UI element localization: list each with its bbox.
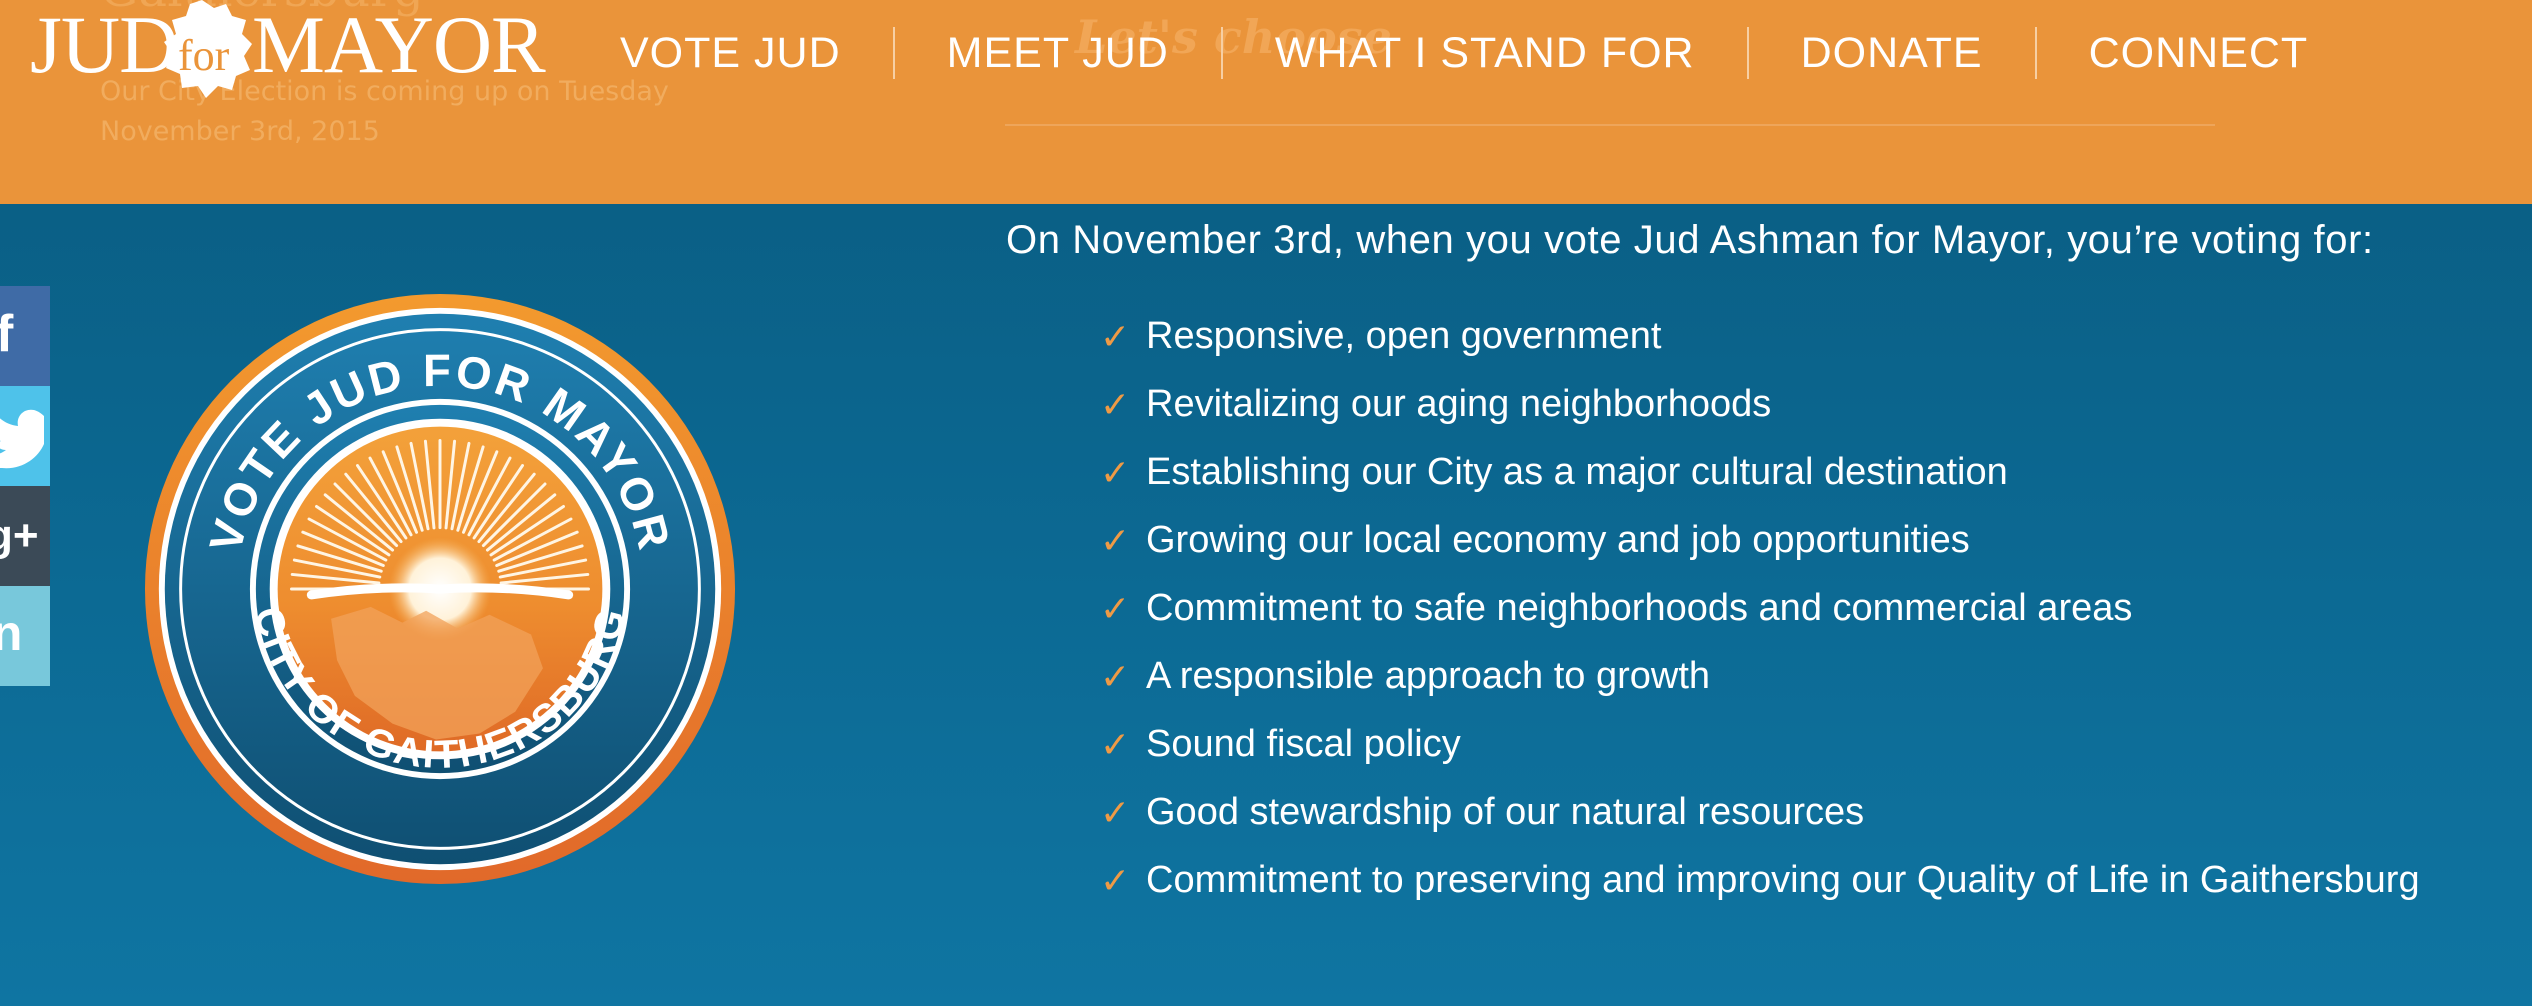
platform-list: ✓ Responsive, open government ✓ Revitalizin… (1100, 312, 2500, 924)
checkmark-icon: ✓ (1100, 385, 1131, 426)
checkmark-icon: ✓ (1100, 793, 1131, 834)
platform-list-item: ✓ Responsive, open government (1100, 312, 2500, 360)
platform-item-text: Commitment to safe neighborhoods and com… (1146, 587, 2133, 629)
platform-item-text: Commitment to preserving and improving o… (1146, 859, 2420, 901)
logo-for: for (178, 31, 230, 80)
platform-item-text: Establishing our City as a major cultura… (1146, 451, 2008, 493)
logo-mayor: MAYOR (252, 0, 546, 90)
platform-list-item: ✓ Sound fiscal policy (1100, 720, 2500, 768)
site-logo[interactable]: JUD for MAYOR (30, 0, 550, 108)
platform-headline: On November 3rd, when you vote Jud Ashma… (1006, 218, 2374, 262)
facebook-icon: f (0, 305, 14, 363)
twitter-share-button[interactable] (0, 386, 50, 486)
platform-item-text: Responsive, open government (1146, 315, 1662, 357)
nav-separator (1220, 27, 1223, 79)
background-divider (1005, 124, 2215, 126)
platform-list-item: ✓ Growing our local economy and job oppor… (1100, 516, 2500, 564)
facebook-share-button[interactable]: f (0, 286, 50, 386)
linkedin-share-button[interactable]: in (0, 586, 50, 686)
checkmark-icon: ✓ (1100, 317, 1131, 358)
nav-vote-jud[interactable]: VOTE JUD (620, 29, 841, 78)
nav-connect[interactable]: CONNECT (2089, 29, 2309, 78)
platform-item-text: Sound fiscal policy (1146, 723, 1461, 765)
twitter-icon (0, 409, 44, 469)
vote-jud-seal: VOTE JUD FOR MAYOR CITY OF GAITHERSBURG (144, 293, 736, 885)
checkmark-icon: ✓ (1100, 861, 1131, 902)
checkmark-icon: ✓ (1100, 657, 1131, 698)
platform-item-text: Revitalizing our aging neighborhoods (1146, 383, 1772, 425)
nav-separator (2034, 27, 2037, 79)
nav-separator (892, 27, 895, 79)
checkmark-icon: ✓ (1100, 725, 1131, 766)
platform-list-item: ✓ Good stewardship of our natural resourc… (1100, 788, 2500, 836)
platform-item-text: Growing our local economy and job opport… (1146, 519, 1970, 561)
platform-list-item: ✓ A responsible approach to growth (1100, 652, 2500, 700)
linkedin-icon: in (0, 605, 23, 661)
nav-what-i-stand-for[interactable]: WHAT I STAND FOR (1275, 29, 1695, 78)
social-share-bar: f g+ in (0, 286, 50, 686)
background-election-date: November 3rd, 2015 (100, 116, 380, 147)
google-plus-icon: g+ (0, 511, 39, 560)
platform-list-item: ✓ Commitment to safe neighborhoods and co… (1100, 584, 2500, 632)
logo-jud: JUD (30, 0, 178, 90)
nav-separator (1746, 27, 1749, 79)
nav-meet-jud[interactable]: MEET JUD (947, 29, 1169, 78)
platform-list-item: ✓ Commitment to preserving and improving … (1100, 856, 2500, 904)
google-plus-share-button[interactable]: g+ (0, 486, 50, 586)
checkmark-icon: ✓ (1100, 453, 1131, 494)
main-nav: VOTE JUD MEET JUD WHAT I STAND FOR DONAT… (620, 18, 2308, 88)
checkmark-icon: ✓ (1100, 521, 1131, 562)
site-header: Gaithersburg Let's choose Our City Elect… (0, 0, 2532, 204)
platform-list-item: ✓ Revitalizing our aging neighborhoods (1100, 380, 2500, 428)
platform-list-item: ✓ Establishing our City as a major cultur… (1100, 448, 2500, 496)
platform-item-text: A responsible approach to growth (1146, 655, 1711, 697)
platform-item-text: Good stewardship of our natural resource… (1146, 791, 1865, 833)
nav-donate[interactable]: DONATE (1801, 29, 1983, 78)
checkmark-icon: ✓ (1100, 589, 1131, 630)
